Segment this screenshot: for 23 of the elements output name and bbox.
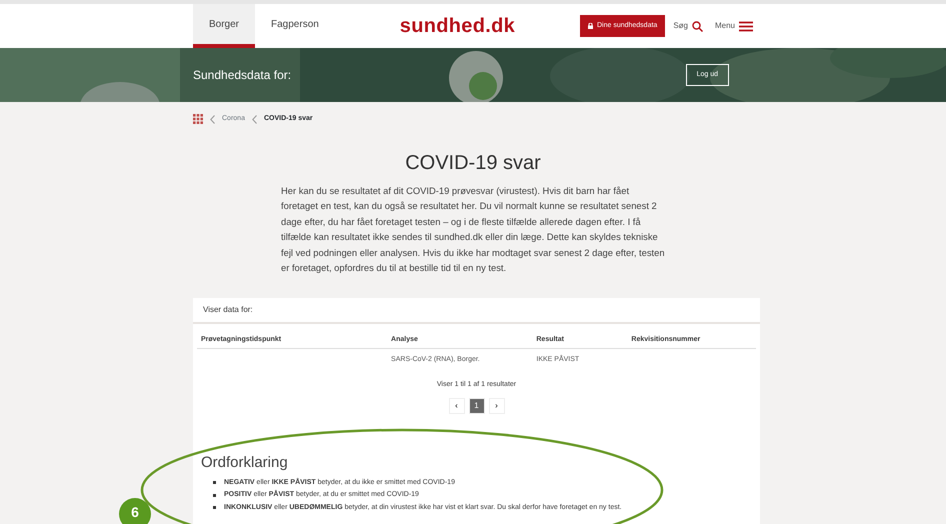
glossary-title: Ordforklaring xyxy=(201,453,289,473)
menu-icon xyxy=(739,20,753,32)
lock-icon xyxy=(588,23,593,29)
chevron-icon xyxy=(252,114,257,124)
chevron-icon xyxy=(210,114,215,124)
bullet-icon xyxy=(213,506,216,510)
bullet-icon xyxy=(213,481,216,484)
page-button[interactable]: 1 xyxy=(468,398,484,414)
page-button[interactable]: ‹ xyxy=(448,398,464,414)
banner-title: Sundhedsdata for: xyxy=(193,67,292,84)
nav-tab[interactable]: Borger xyxy=(193,4,256,48)
page-button[interactable]: › xyxy=(488,398,504,414)
menu-link[interactable]: Menu xyxy=(714,20,753,32)
step-number: 6 xyxy=(119,498,151,524)
page-title: COVID-19 svar xyxy=(404,150,542,174)
logo[interactable]: sundhed.dk xyxy=(334,11,580,41)
nav-tab[interactable]: Fagperson xyxy=(255,4,335,48)
search-link[interactable]: Søg xyxy=(673,20,703,32)
bullet-icon xyxy=(213,494,216,497)
search-icon xyxy=(692,20,703,32)
intro-paragraph: Her kan du se resultatet af dit COVID-19 prøvesvar (virustest). Hvis dit barn har fået foretaget en test, kan du også se resultatet her. Du vil normalt kunne se resultatet senest 2 dage efter, du har fået foretaget testen – og i de fleste tilfælde allerede dagen efter. I få tilfælde kan resultatet ikke sendes til sundhed.dk eller din læge. Dette kan skyldes tekniske fejl ved podningen eller analysen. Hvis du ikke har modtaget svar senest 2 dage efter, testen er foretaget, opfordres du til at bestille tid til en ny test. xyxy=(281,184,665,275)
viewing-for-label: Viser data for: xyxy=(193,298,760,324)
grid-icon[interactable] xyxy=(193,114,203,124)
